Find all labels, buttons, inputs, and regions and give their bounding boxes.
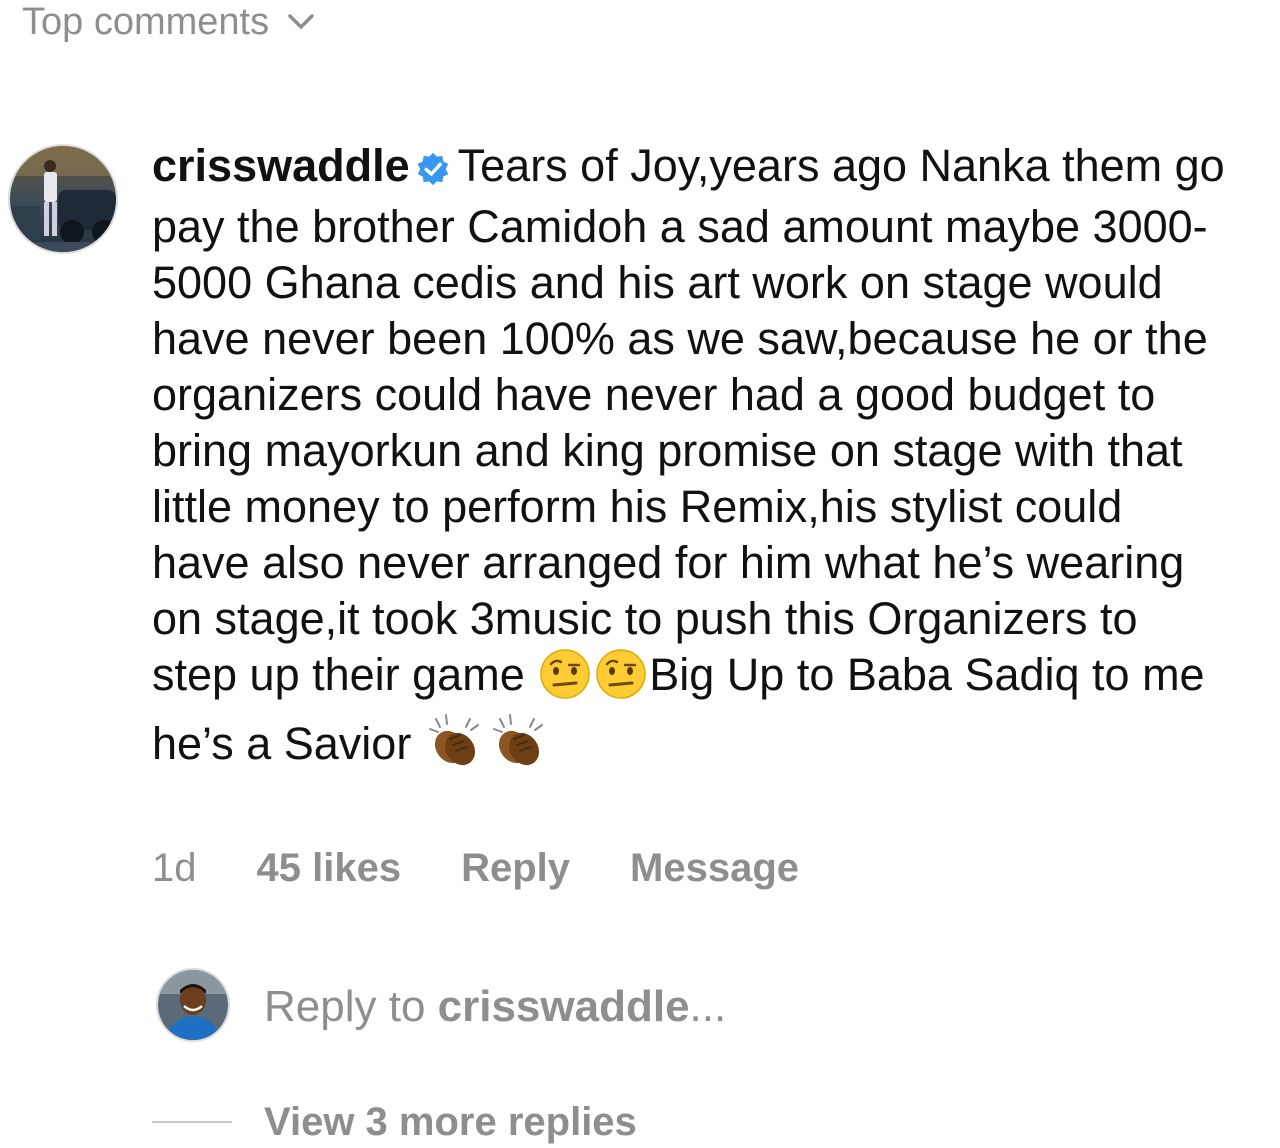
- sort-comments-dropdown[interactable]: Top comments: [22, 0, 315, 44]
- verified-badge-icon: [416, 143, 450, 199]
- raised-eyebrow-emoji-icon: [595, 648, 647, 713]
- divider-line: [152, 1121, 232, 1123]
- reply-mention: crisswaddle: [437, 982, 690, 1031]
- likes-count-button[interactable]: 45 likes: [257, 846, 402, 891]
- comment-body: crisswaddle Tears of Joy,years ago Nanka…: [152, 138, 1232, 782]
- sort-label: Top comments: [22, 1, 270, 43]
- comment-text-main: Tears of Joy,years ago Nanka them go pay…: [152, 140, 1225, 700]
- reply-suffix: ...: [689, 982, 727, 1031]
- comment-meta-row: 1d 45 likes Reply Message: [152, 842, 859, 894]
- raised-eyebrow-emoji-icon: [539, 648, 591, 713]
- view-more-replies-button[interactable]: View 3 more replies: [152, 1096, 637, 1148]
- chevron-down-icon: [287, 13, 315, 31]
- reply-input[interactable]: Reply to crisswaddle...: [264, 980, 726, 1034]
- comment-username[interactable]: crisswaddle: [152, 140, 410, 191]
- message-button[interactable]: Message: [630, 846, 799, 891]
- view-more-replies-label: View 3 more replies: [264, 1099, 637, 1144]
- clapping-hands-emoji-icon: [490, 713, 550, 782]
- commenter-avatar[interactable]: [8, 144, 118, 254]
- reply-button[interactable]: Reply: [461, 846, 570, 891]
- comment-timestamp: 1d: [152, 845, 197, 890]
- current-user-avatar: [156, 968, 230, 1042]
- clapping-hands-emoji-icon: [426, 713, 486, 782]
- reply-prefix: Reply to: [264, 982, 438, 1031]
